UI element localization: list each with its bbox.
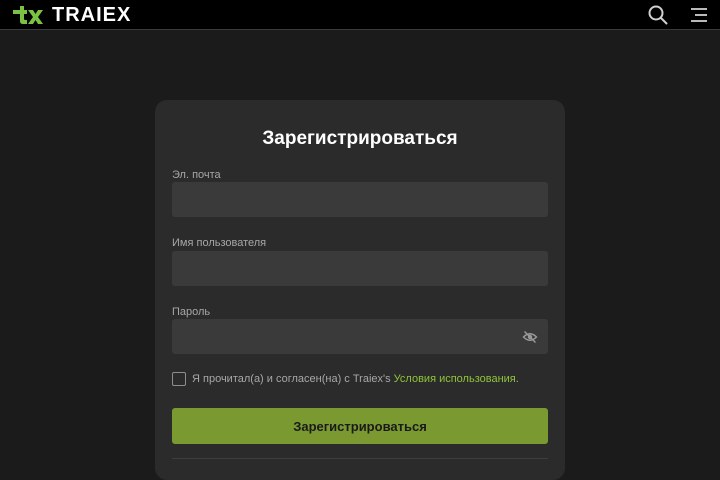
register-button[interactable]: Зарегистрироваться bbox=[172, 408, 548, 444]
username-field[interactable] bbox=[172, 251, 548, 286]
signup-card: Зарегистрироваться Эл. почта Имя пользов… bbox=[155, 100, 565, 480]
email-label: Эл. почта bbox=[172, 169, 221, 181]
email-field[interactable] bbox=[172, 182, 548, 217]
search-icon[interactable] bbox=[647, 4, 669, 26]
logo[interactable]: TRAIEX bbox=[10, 3, 131, 27]
tx-logo-mark-icon bbox=[13, 6, 43, 24]
username-label: Имя пользователя bbox=[172, 237, 267, 249]
terms-text-prefix: Я прочитал(а) и согласен(на) с Traiex's bbox=[192, 373, 394, 385]
logo-text: TRAIEX bbox=[52, 4, 132, 26]
terms-link[interactable]: Условия использования bbox=[394, 373, 516, 385]
terms-text: Я прочитал(а) и согласен(на) с Traiex's … bbox=[192, 373, 519, 385]
terms-checkbox[interactable] bbox=[172, 372, 186, 386]
divider bbox=[172, 458, 548, 459]
hamburger-menu-icon[interactable] bbox=[688, 4, 710, 26]
terms-text-suffix: . bbox=[515, 373, 519, 385]
form-title: Зарегистрироваться bbox=[262, 128, 458, 149]
password-label: Пароль bbox=[172, 306, 211, 318]
eye-off-icon[interactable] bbox=[522, 329, 538, 345]
password-field[interactable] bbox=[172, 319, 548, 354]
top-navigation-bar: TRAIEX bbox=[0, 0, 720, 30]
